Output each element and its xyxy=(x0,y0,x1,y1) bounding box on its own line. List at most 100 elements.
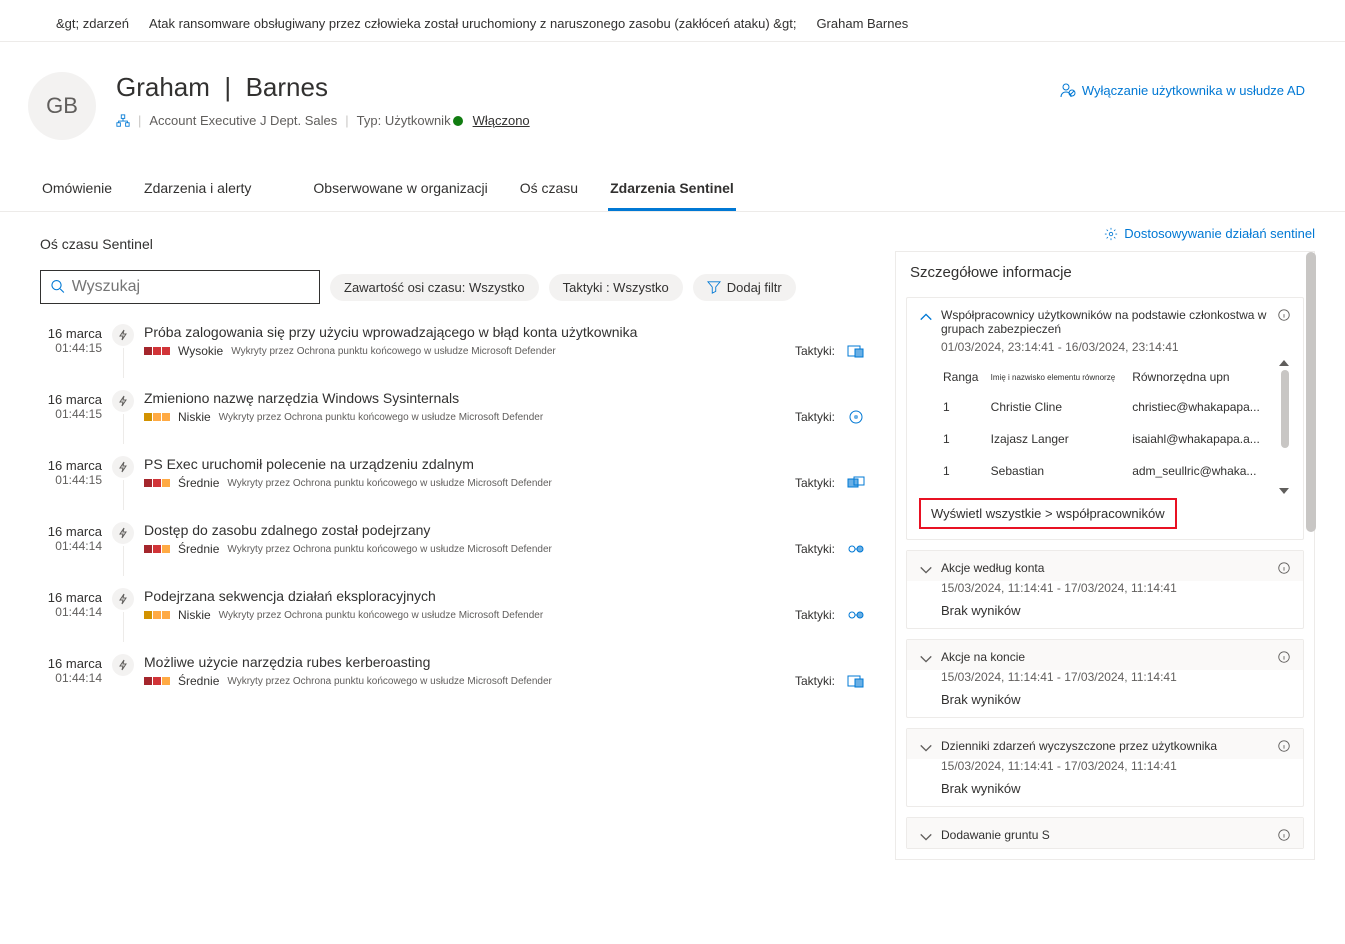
event-title: Zmieniono nazwę narzędzia Windows Sysint… xyxy=(144,390,865,406)
info-icon[interactable] xyxy=(1277,308,1291,322)
detected-by: Wykryty przez Ochrona punktu końcowego w… xyxy=(231,346,556,357)
timeline-item[interactable]: 16 marca01:44:15 PS Exec uruchomił polec… xyxy=(40,456,865,510)
tactics-icon xyxy=(847,476,865,490)
add-filter-button[interactable]: Dodaj filtr xyxy=(693,274,796,301)
insight-title: Akcje według konta xyxy=(941,561,1269,575)
tactics-label: Taktyki: xyxy=(795,410,835,424)
table-row[interactable]: 1 Sebastian adm_seullric@whaka... xyxy=(939,456,1271,486)
event-title: Próba zalogowania się przy użyciu wprowa… xyxy=(144,324,865,340)
filter-content[interactable]: Zawartość osi czasu: Wszystko xyxy=(330,274,539,301)
table-row[interactable]: 1 Christie Cline christiec@whakapapa... xyxy=(939,392,1271,422)
cell-upn: adm_seullric@whaka... xyxy=(1128,456,1271,486)
tab-sentinel[interactable]: Zdarzenia Sentinel xyxy=(608,170,736,211)
chevron-down-icon[interactable] xyxy=(919,563,933,577)
scroll-up-icon[interactable] xyxy=(1279,360,1289,366)
insight-daterange: 01/03/2024, 23:14:41 - 16/03/2024, 23:14… xyxy=(907,340,1303,358)
insight-body: Brak wyników xyxy=(907,599,1303,628)
detected-by: Wykryty przez Ochrona punktu końcowego w… xyxy=(227,544,552,555)
bolt-icon xyxy=(112,456,134,478)
page-title: Graham | Barnes xyxy=(116,72,530,103)
insights-header: Szczegółowe informacje xyxy=(896,252,1314,293)
cell-name: Christie Cline xyxy=(987,392,1127,422)
chevron-down-icon[interactable] xyxy=(919,830,933,844)
insight-daterange: 15/03/2024, 11:14:41 - 17/03/2024, 11:14… xyxy=(907,759,1303,777)
timeline-item[interactable]: 16 marca01:44:14 Dostęp do zasobu zdalne… xyxy=(40,522,865,576)
disable-user-button[interactable]: Wyłączanie użytkownika w usłudze AD xyxy=(1060,72,1305,98)
customize-link[interactable]: Dostosowywanie działań sentinel xyxy=(895,226,1315,241)
col-name: Imię i nazwisko elementu równorzę xyxy=(987,364,1127,390)
insights-panel: Szczegółowe informacje Współpracownicy u… xyxy=(895,251,1315,860)
severity-label: Średnie xyxy=(178,674,219,688)
event-time: 16 marca01:44:15 xyxy=(40,456,102,510)
view-all-peers-link[interactable]: Wyświetl wszystkie > współpracowników xyxy=(919,498,1177,529)
event-title: PS Exec uruchomił polecenie na urządzeni… xyxy=(144,456,865,472)
tactics-icon xyxy=(847,410,865,424)
chevron-down-icon[interactable] xyxy=(919,741,933,755)
detected-by: Wykryty przez Ochrona punktu końcowego w… xyxy=(227,676,552,687)
info-icon[interactable] xyxy=(1277,828,1291,842)
bolt-icon xyxy=(112,654,134,676)
filter-icon xyxy=(707,280,721,294)
timeline-item[interactable]: 16 marca01:44:14 Możliwe użycie narzędzi… xyxy=(40,654,865,688)
insight-card-peers: Współpracownicy użytkowników na podstawi… xyxy=(906,297,1304,540)
cell-name: Izajasz Langer xyxy=(987,424,1127,454)
timeline-item[interactable]: 16 marca01:44:15 Zmieniono nazwę narzędz… xyxy=(40,390,865,444)
avatar: GB xyxy=(28,72,96,140)
severity-label: Wysokie xyxy=(178,344,223,358)
severity-indicator xyxy=(144,611,170,619)
insight-body: Brak wyników xyxy=(907,777,1303,806)
tabs: Omówienie Zdarzenia i alerty Obserwowane… xyxy=(0,170,1345,212)
filter-tactics[interactable]: Taktyki : Wszystko xyxy=(549,274,683,301)
enabled-link[interactable]: Włączono xyxy=(473,113,530,128)
tab-timeline[interactable]: Oś czasu xyxy=(518,170,580,211)
scrollbar[interactable] xyxy=(1281,370,1289,448)
section-title: Oś czasu Sentinel xyxy=(40,236,865,252)
breadcrumb: &gt; zdarzeń Atak ransomware obsługiwany… xyxy=(0,0,1345,42)
severity-label: Niskie xyxy=(178,608,211,622)
breadcrumb-item[interactable]: Graham Barnes xyxy=(816,16,908,31)
tactics-label: Taktyki: xyxy=(795,674,835,688)
table-row[interactable]: 1 Izajasz Langer isaiahl@whakapapa.a... xyxy=(939,424,1271,454)
breadcrumb-item[interactable]: Atak ransomware obsługiwany przez człowi… xyxy=(149,16,796,31)
bolt-icon xyxy=(112,390,134,412)
info-icon[interactable] xyxy=(1277,650,1291,664)
timeline-item[interactable]: 16 marca01:44:15 Próba zalogowania się p… xyxy=(40,324,865,378)
info-icon[interactable] xyxy=(1277,561,1291,575)
cell-rank: 1 xyxy=(939,392,985,422)
tactics-icon xyxy=(847,608,865,622)
insight-body: Brak wyników xyxy=(907,688,1303,717)
event-title: Podejrzana sekwencja działań eksploracyj… xyxy=(144,588,865,604)
user-role: Account Executive J Dept. Sales xyxy=(149,113,337,128)
detected-by: Wykryty przez Ochrona punktu końcowego w… xyxy=(227,478,552,489)
event-time: 16 marca01:44:14 xyxy=(40,522,102,576)
event-time: 16 marca01:44:15 xyxy=(40,390,102,444)
org-icon xyxy=(116,114,130,128)
scrollbar[interactable] xyxy=(1306,252,1316,532)
severity-indicator xyxy=(144,413,170,421)
search-input[interactable] xyxy=(40,270,320,304)
insight-title: Dzienniki zdarzeń wyczyszczone przez uży… xyxy=(941,739,1269,753)
gear-icon xyxy=(1104,227,1118,241)
tab-observed[interactable]: Obserwowane w organizacji xyxy=(311,170,489,211)
severity-indicator xyxy=(144,479,170,487)
insight-title: Akcje na koncie xyxy=(941,650,1269,664)
chevron-up-icon[interactable] xyxy=(919,310,933,324)
chevron-down-icon[interactable] xyxy=(919,652,933,666)
detected-by: Wykryty przez Ochrona punktu końcowego w… xyxy=(219,610,544,621)
insight-title: Dodawanie gruntu S xyxy=(941,828,1269,842)
insight-card: Akcje na koncie 15/03/2024, 11:14:41 - 1… xyxy=(906,639,1304,718)
severity-indicator xyxy=(144,347,170,355)
user-disable-icon xyxy=(1060,82,1076,98)
search-field[interactable] xyxy=(72,278,309,296)
detected-by: Wykryty przez Ochrona punktu końcowego w… xyxy=(219,412,544,423)
info-icon[interactable] xyxy=(1277,739,1291,753)
timeline-item[interactable]: 16 marca01:44:14 Podejrzana sekwencja dz… xyxy=(40,588,865,642)
tab-incidents[interactable]: Zdarzenia i alerty xyxy=(142,170,253,211)
insight-daterange: 15/03/2024, 11:14:41 - 17/03/2024, 11:14… xyxy=(907,581,1303,599)
severity-label: Średnie xyxy=(178,476,219,490)
tactics-label: Taktyki: xyxy=(795,344,835,358)
tab-overview[interactable]: Omówienie xyxy=(40,170,114,211)
scroll-down-icon[interactable] xyxy=(1279,488,1289,494)
severity-label: Średnie xyxy=(178,542,219,556)
breadcrumb-item[interactable]: &gt; zdarzeń xyxy=(56,16,129,31)
